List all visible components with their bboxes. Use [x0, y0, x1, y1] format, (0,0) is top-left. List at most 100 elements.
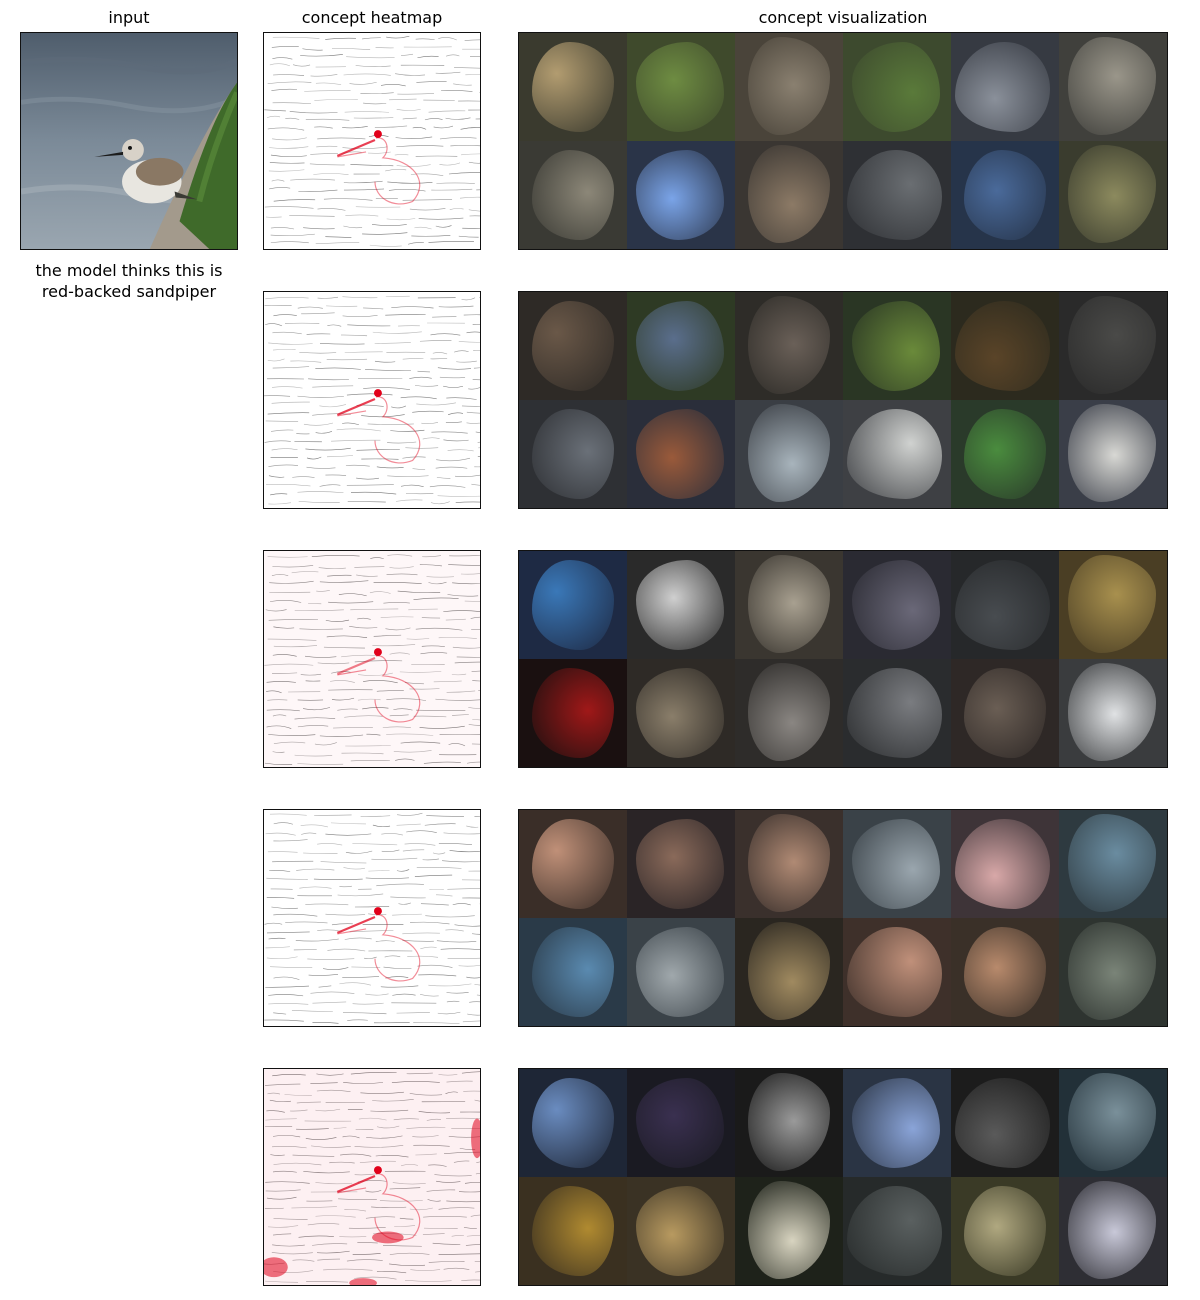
concept-patch: [951, 918, 1059, 1026]
concept-patch: [951, 810, 1059, 918]
heatmap-drawing: [264, 812, 480, 1024]
input-image: [20, 32, 238, 250]
concept-patch: [627, 1069, 735, 1177]
concept-heatmap-2: [263, 291, 481, 509]
concept-region: [1067, 663, 1157, 761]
concept-patch: [951, 400, 1059, 508]
concept-patch: [735, 659, 843, 767]
concept-region: [531, 408, 615, 500]
concept-region: [1067, 296, 1157, 394]
heatmap-drawing: [264, 35, 480, 247]
concept-region: [635, 41, 725, 133]
concept-region: [635, 1077, 725, 1169]
concept-patch: [1059, 33, 1167, 141]
concept-patch: [843, 918, 951, 1026]
concept-patch: [1059, 918, 1167, 1026]
concept-region: [635, 926, 725, 1018]
concept-patch: [951, 292, 1059, 400]
prediction-caption: the model thinks this is red-backed sand…: [20, 260, 238, 302]
concept-region: [963, 149, 1047, 241]
concept-region: [955, 300, 1051, 392]
concept-region: [1067, 922, 1157, 1020]
concept-heatmap-5: [263, 1068, 481, 1286]
caption-line-2: red-backed sandpiper: [41, 282, 217, 301]
heatmap-drawing: [264, 1069, 480, 1285]
concept-region: [635, 149, 725, 241]
concept-region: [955, 1077, 1051, 1169]
concept-patch: [951, 1177, 1059, 1285]
concept-patch: [1059, 659, 1167, 767]
concept-patch: [519, 810, 627, 918]
concept-heatmap-4: [263, 809, 481, 1027]
concept-patch: [843, 1177, 951, 1285]
concept-region: [963, 1185, 1047, 1277]
concept-patch: [627, 292, 735, 400]
concept-region: [847, 926, 943, 1018]
concept-region: [1067, 1181, 1157, 1279]
concept-region: [747, 555, 831, 653]
concept-region: [1067, 145, 1157, 243]
concept-patch: [735, 810, 843, 918]
concept-patch: [519, 292, 627, 400]
concept-region: [1067, 814, 1157, 912]
concept-patch: [519, 1177, 627, 1285]
concept-patch: [951, 551, 1059, 659]
concept-region: [635, 1185, 725, 1277]
concept-region: [531, 41, 615, 133]
concept-patch: [519, 1069, 627, 1177]
concept-patch: [843, 810, 951, 918]
concept-patch: [627, 141, 735, 249]
concept-patch: [519, 551, 627, 659]
heatmap-drawing: [264, 554, 480, 766]
concept-region: [747, 1181, 831, 1279]
concept-patch: [951, 659, 1059, 767]
visualization-column-title: concept visualization: [758, 8, 928, 27]
concept-region: [847, 408, 943, 500]
concept-region: [531, 667, 615, 759]
concept-region: [963, 408, 1047, 500]
concept-patch: [519, 918, 627, 1026]
concept-visualization-2: [518, 291, 1168, 509]
concept-patch: [1059, 810, 1167, 918]
concept-region: [531, 559, 615, 651]
concept-region: [747, 145, 831, 243]
concept-region: [963, 667, 1047, 759]
concept-region: [851, 559, 941, 651]
concept-region: [851, 818, 941, 910]
concept-patch: [735, 1069, 843, 1177]
concept-region: [531, 149, 615, 241]
heatmap-column-title: concept heatmap: [301, 8, 443, 27]
concept-patch: [735, 33, 843, 141]
heatmap-drawing: [264, 295, 480, 505]
concept-region: [747, 663, 831, 761]
concept-region: [955, 559, 1051, 651]
concept-region: [847, 149, 943, 241]
concept-region: [531, 1077, 615, 1169]
concept-patch: [735, 1177, 843, 1285]
concept-region: [963, 926, 1047, 1018]
concept-heatmap-1: [263, 32, 481, 250]
concept-visualization-5: [518, 1068, 1168, 1286]
concept-patch: [627, 810, 735, 918]
concept-region: [851, 300, 941, 392]
concept-patch: [951, 1069, 1059, 1177]
concept-patch: [519, 141, 627, 249]
concept-patch: [843, 551, 951, 659]
caption-line-1: the model thinks this is: [35, 261, 223, 280]
concept-patch: [1059, 1069, 1167, 1177]
concept-region: [635, 559, 725, 651]
concept-patch: [1059, 141, 1167, 249]
concept-region: [531, 818, 615, 910]
concept-region: [635, 408, 725, 500]
concept-region: [1067, 555, 1157, 653]
concept-heatmap-3: [263, 550, 481, 768]
concept-region: [747, 814, 831, 912]
concept-patch: [519, 33, 627, 141]
concept-region: [747, 1073, 831, 1171]
concept-patch: [1059, 292, 1167, 400]
concept-patch: [1059, 551, 1167, 659]
concept-region: [955, 818, 1051, 910]
concept-region: [747, 37, 831, 135]
concept-region: [531, 926, 615, 1018]
concept-patch: [627, 1177, 735, 1285]
